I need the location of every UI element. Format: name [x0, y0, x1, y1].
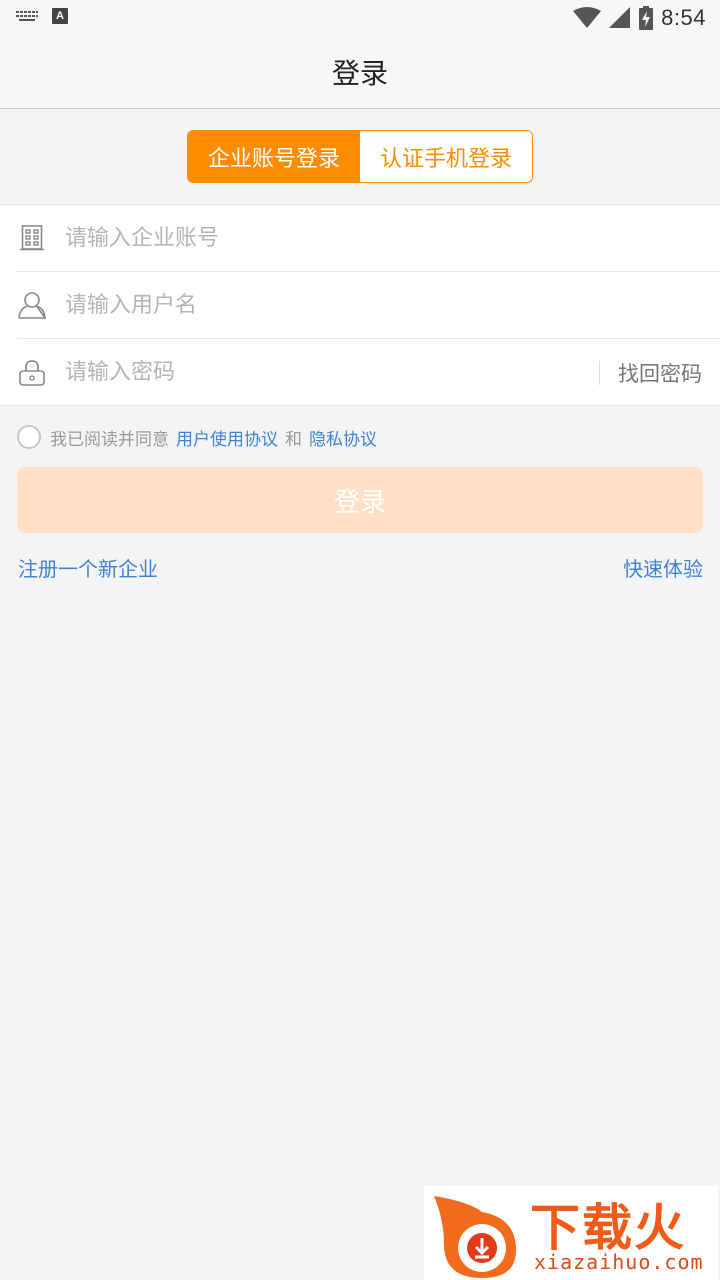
signal-icon — [609, 7, 631, 28]
register-company-link[interactable]: 注册一个新企业 — [18, 553, 158, 582]
page-title: 登录 — [331, 57, 388, 90]
forgot-password-wrap: 找回密码 — [599, 358, 702, 388]
status-right: 8:54 — [573, 4, 706, 32]
password-input[interactable] — [65, 352, 599, 393]
tab-phone-login[interactable]: 认证手机登录 — [360, 131, 532, 182]
user-agreement-link[interactable]: 用户使用协议 — [176, 425, 278, 450]
login-button[interactable]: 登录 — [17, 467, 703, 533]
building-icon — [17, 223, 47, 253]
quick-trial-link[interactable]: 快速体验 — [623, 553, 703, 582]
status-left: A — [16, 8, 68, 24]
a-badge-icon: A — [52, 8, 68, 24]
agreement-conjunction: 和 — [285, 429, 302, 450]
wifi-icon — [573, 7, 602, 28]
watermark: 下载火 xiazaihuo.com — [424, 1186, 718, 1280]
username-input[interactable] — [65, 285, 720, 325]
company-account-input[interactable] — [65, 218, 720, 258]
agreement-prefix: 我已阅读并同意 — [50, 429, 169, 450]
status-time: 8:54 — [661, 5, 706, 30]
forgot-password-link[interactable]: 找回密码 — [618, 358, 702, 388]
watermark-url: xiazaihuo.com — [534, 1250, 704, 1274]
login-mode-tabs: 企业账号登录 认证手机登录 — [187, 130, 533, 183]
agreement-row: 我已阅读并同意 用户使用协议 和 隐私协议 — [17, 423, 384, 451]
lock-icon — [17, 358, 47, 388]
battery-charging-icon — [639, 6, 654, 30]
flame-logo-icon — [434, 1196, 516, 1278]
keyboard-icon — [16, 11, 38, 21]
username-row — [17, 272, 720, 339]
status-bar: A 8:54 — [0, 0, 720, 36]
company-row — [17, 205, 720, 272]
title-bar: 登录 — [0, 36, 720, 109]
tab-company-login[interactable]: 企业账号登录 — [188, 131, 360, 182]
login-form: 找回密码 — [0, 204, 720, 406]
privacy-policy-link[interactable]: 隐私协议 — [309, 425, 377, 450]
agreement-checkbox[interactable] — [17, 425, 41, 449]
password-row: 找回密码 — [17, 339, 720, 406]
user-icon — [17, 290, 47, 320]
